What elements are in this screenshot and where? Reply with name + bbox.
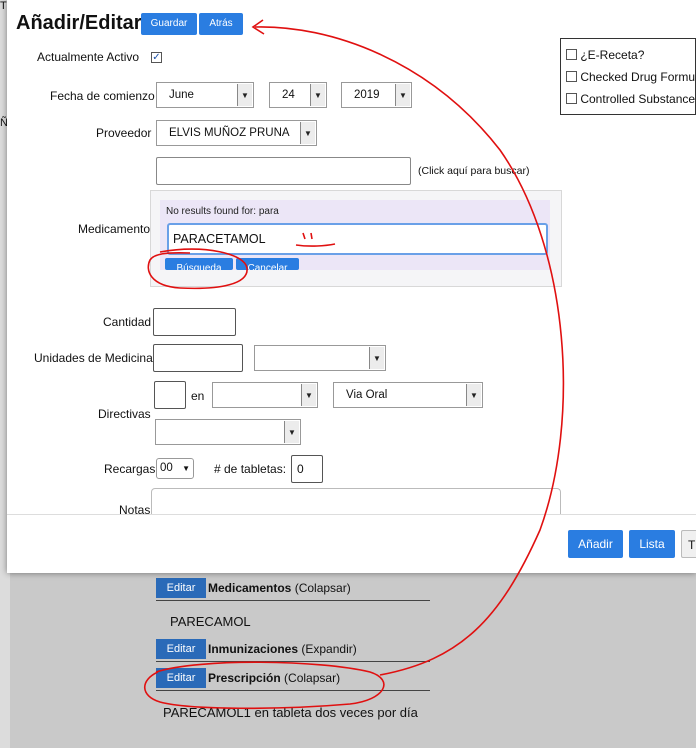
annotation-circle-search [147,248,248,290]
annotation-arrow-path [254,26,565,676]
annotation-mark-1 [302,232,313,240]
red-annotation-overlay [143,19,565,710]
annotation-circle-prescription [143,661,385,710]
annotation-underline [295,243,336,247]
